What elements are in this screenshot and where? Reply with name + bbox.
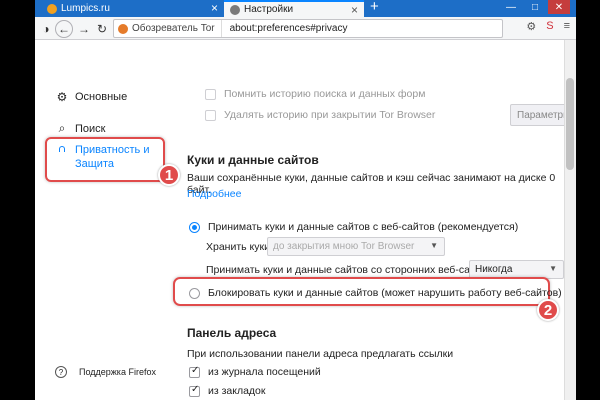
- history-params-button[interactable]: Параметры: [510, 104, 570, 126]
- browser-window: Lumpics.ru × Настройки × + — □ ✕ ◑ ← → ↻…: [35, 0, 576, 400]
- sidebar-item-general[interactable]: ⚙ Основные: [55, 90, 128, 104]
- identity-label: Обозреватель Tor: [132, 23, 215, 34]
- third-party-label: Принимать куки и данные сайтов со сторон…: [206, 264, 492, 276]
- cookies-heading: Куки и данные сайтов: [187, 153, 319, 167]
- window-close-icon[interactable]: ✕: [548, 0, 570, 14]
- support-label: Поддержка Firefox: [79, 367, 156, 377]
- keep-cookies-label: Хранить куки: [206, 241, 270, 253]
- security-shield-icon[interactable]: S: [546, 20, 553, 33]
- right-toolbar: ⚙ S ≡: [526, 20, 570, 33]
- cookies-description: Ваши сохранённые куки, данные сайтов и к…: [187, 172, 556, 196]
- history-suggest-checkbox[interactable]: из журнала посещений: [189, 365, 321, 378]
- support-link[interactable]: ? Поддержка Firefox: [55, 366, 156, 378]
- reload-button[interactable]: ↻: [93, 20, 111, 38]
- chevron-down-icon: ▼: [549, 264, 557, 273]
- checkbox-box: [205, 88, 216, 100]
- checkbox-box: [189, 384, 200, 397]
- tab-lumpics[interactable]: Lumpics.ru ×: [41, 0, 224, 17]
- select-value: до закрытия мною Tor Browser: [273, 241, 415, 252]
- new-tab-icon[interactable]: +: [370, 0, 379, 15]
- maximize-icon[interactable]: □: [524, 0, 546, 14]
- gear-icon: ⚙: [56, 90, 68, 104]
- cookies-more-link[interactable]: Подробнее: [187, 188, 241, 200]
- block-cookies-radio[interactable]: Блокировать куки и данные сайтов (может …: [189, 287, 562, 299]
- forward-button[interactable]: →: [75, 20, 93, 38]
- lumpics-favicon-icon: [47, 3, 57, 14]
- tor-circuit-icon[interactable]: ⚙: [526, 20, 536, 33]
- preferences-content: ⚙ Основные ⌕ Поиск Приватность и Защита …: [35, 40, 576, 400]
- navigation-toolbar: ◑ ← → ↻ Обозреватель Tor about:preferenc…: [35, 17, 576, 40]
- checkbox-label: из закладок: [208, 385, 266, 397]
- sidebar-item-search[interactable]: ⌕ Поиск: [55, 121, 106, 136]
- remember-search-checkbox[interactable]: Помнить историю поиска и данных форм: [205, 88, 425, 100]
- identity-box[interactable]: Обозреватель Tor: [114, 20, 222, 37]
- close-icon[interactable]: ×: [351, 3, 358, 17]
- gear-icon: [230, 4, 240, 15]
- scrollbar-thumb[interactable]: [566, 78, 574, 170]
- checkbox-box: [189, 365, 200, 378]
- sidebar-item-label: Поиск: [75, 122, 106, 135]
- tab-title: Настройки: [244, 4, 294, 15]
- select-value: Никогда: [475, 264, 513, 275]
- search-icon: ⌕: [58, 121, 66, 135]
- radio-label: Принимать куки и данные сайтов с веб-сай…: [208, 221, 519, 233]
- tab-strip: Lumpics.ru × Настройки × + — □ ✕: [35, 0, 576, 17]
- minimize-icon[interactable]: —: [500, 0, 522, 14]
- checkbox-box: [205, 109, 216, 121]
- tab-title: Lumpics.ru: [61, 3, 110, 14]
- url-text[interactable]: about:preferences#privacy: [222, 23, 348, 34]
- url-bar[interactable]: Обозреватель Tor about:preferences#priva…: [113, 19, 503, 38]
- menu-icon[interactable]: ≡: [564, 20, 570, 33]
- lock-icon: [55, 150, 69, 164]
- chevron-down-icon: ▼: [430, 241, 438, 250]
- scrollbar[interactable]: [564, 40, 576, 400]
- step-badge-1: 1: [158, 164, 180, 186]
- checkbox-label: Удалять историю при закрытии Tor Browser: [224, 109, 436, 121]
- help-icon: ?: [55, 366, 67, 378]
- sidebar-item-privacy[interactable]: Приватность и Защита: [55, 143, 149, 171]
- tab-settings[interactable]: Настройки ×: [224, 0, 364, 17]
- sidebar-item-label: Основные: [75, 91, 128, 103]
- accept-cookies-radio[interactable]: Принимать куки и данные сайтов с веб-сай…: [189, 221, 518, 233]
- radio-button: [189, 287, 200, 299]
- close-icon[interactable]: ×: [211, 1, 218, 15]
- bookmarks-suggest-checkbox[interactable]: из закладок: [189, 384, 266, 397]
- radio-label: Блокировать куки и данные сайтов (может …: [208, 287, 562, 299]
- radio-button: [189, 221, 200, 233]
- browser-favicon-icon: [118, 23, 128, 34]
- sidebar-item-label: Приватность и Защита: [75, 144, 150, 170]
- clear-on-close-checkbox[interactable]: Удалять историю при закрытии Tor Browser: [205, 109, 435, 121]
- window-controls: — □ ✕: [500, 0, 570, 14]
- address-bar-heading: Панель адреса: [187, 326, 277, 340]
- keep-cookies-select[interactable]: до закрытия мною Tor Browser ▼: [267, 237, 445, 256]
- address-bar-description: При использовании панели адреса предлага…: [187, 348, 454, 360]
- checkbox-label: Помнить историю поиска и данных форм: [224, 88, 426, 100]
- onion-icon[interactable]: ◑: [37, 20, 55, 38]
- checkbox-label: из журнала посещений: [208, 366, 321, 378]
- step-badge-2: 2: [537, 299, 559, 321]
- back-button[interactable]: ←: [55, 20, 73, 38]
